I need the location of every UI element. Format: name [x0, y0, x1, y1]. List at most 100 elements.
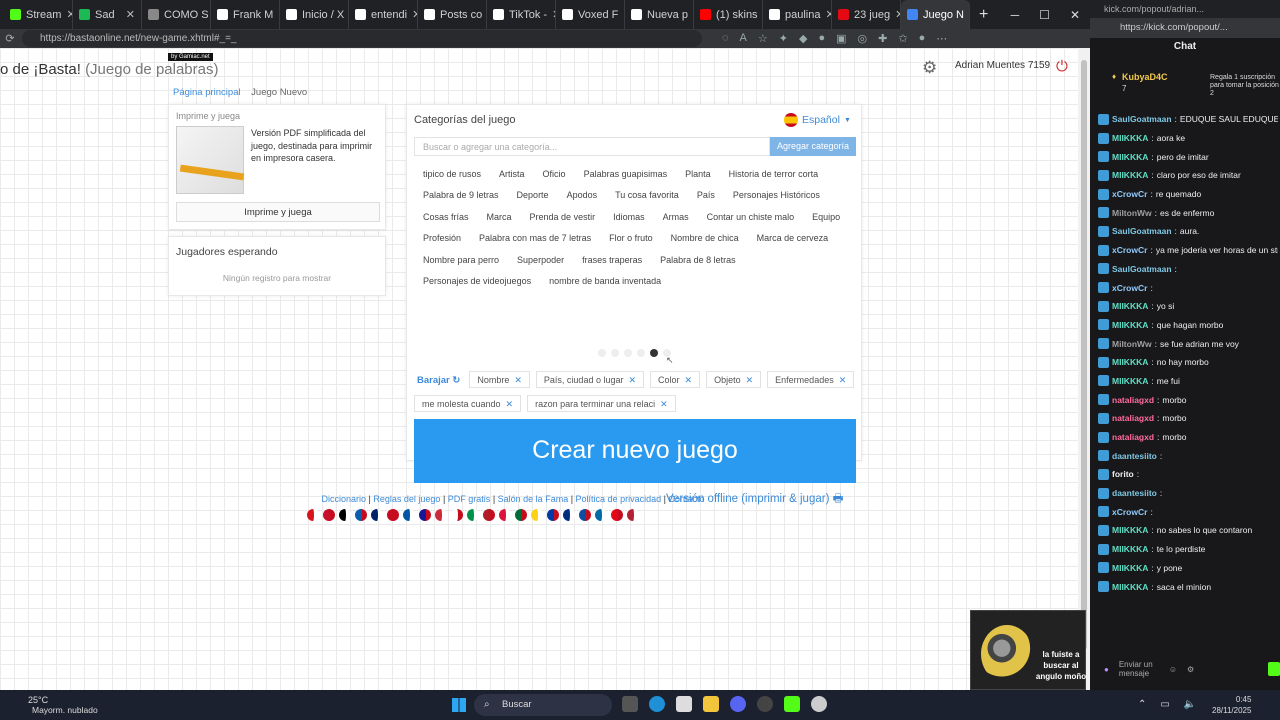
- category-option[interactable]: Equipo: [803, 212, 849, 222]
- close-tab-icon[interactable]: ✕: [126, 8, 135, 21]
- language-flag-icon[interactable]: [307, 509, 319, 521]
- obs-icon[interactable]: [757, 696, 773, 712]
- task-view-icon[interactable]: [622, 696, 638, 712]
- star-icon[interactable]: ☆: [758, 32, 768, 45]
- category-option[interactable]: nombre de banda inventada: [540, 276, 670, 286]
- browser-tab[interactable]: Frank M✕: [211, 0, 280, 29]
- remove-icon[interactable]: ✕: [514, 372, 522, 388]
- category-option[interactable]: País: [688, 190, 724, 200]
- selected-category-chip[interactable]: me molesta cuando ✕: [414, 395, 522, 412]
- language-flag-icon[interactable]: [531, 509, 543, 521]
- remove-icon[interactable]: ✕: [628, 372, 636, 388]
- extension-icon[interactable]: ◆: [799, 32, 807, 45]
- browser-tab[interactable]: Juego N✕: [901, 0, 970, 29]
- language-flag-icon[interactable]: [595, 509, 607, 521]
- close-window-icon[interactable]: ✕: [1070, 8, 1080, 22]
- clock[interactable]: 0:45 28/11/2025: [1212, 694, 1251, 716]
- breadcrumb-home[interactable]: Página principal: [173, 87, 241, 98]
- language-flag-icon[interactable]: [499, 509, 511, 521]
- send-button[interactable]: [1268, 662, 1280, 676]
- chat-url-field[interactable]: https://kick.com/popout/...: [1090, 18, 1280, 38]
- language-flag-icon[interactable]: [483, 509, 495, 521]
- game-app-icon[interactable]: [811, 696, 827, 712]
- url-field[interactable]: https://bastaonline.net/new-game.xhtml#_…: [22, 30, 702, 47]
- category-option[interactable]: Idiomas: [604, 212, 654, 222]
- selected-category-chip[interactable]: Enfermedades ✕: [767, 371, 855, 388]
- chat-username[interactable]: xCrowCr: [1112, 283, 1147, 293]
- extension-icon[interactable]: ✦: [779, 32, 788, 45]
- selected-category-chip[interactable]: Color ✕: [650, 371, 701, 388]
- category-option[interactable]: Nombre para perro: [414, 255, 508, 265]
- chat-username[interactable]: nataliagxd: [1112, 413, 1154, 423]
- browser-tab[interactable]: TikTok -✕: [487, 0, 556, 29]
- taskbar-search[interactable]: ⌕ Buscar: [474, 694, 612, 716]
- language-select[interactable]: Español ▼: [784, 113, 851, 127]
- language-flag-icon[interactable]: [403, 509, 415, 521]
- chat-username[interactable]: MIIKKKA: [1112, 320, 1148, 330]
- category-option[interactable]: Apodos: [558, 190, 607, 200]
- chat-username[interactable]: forito: [1112, 469, 1134, 479]
- category-option[interactable]: Profesión: [414, 233, 470, 243]
- chat-username[interactable]: MiltonWw: [1112, 339, 1152, 349]
- footer-link[interactable]: Contacto: [668, 494, 704, 504]
- chat-username[interactable]: MiltonWw: [1112, 208, 1152, 218]
- chat-username[interactable]: MIIKKKA: [1112, 170, 1148, 180]
- discord-icon[interactable]: [730, 696, 746, 712]
- menu-icon[interactable]: ⋯: [936, 32, 947, 45]
- windows-start-icon[interactable]: [452, 698, 466, 712]
- language-flag-icon[interactable]: [627, 509, 639, 521]
- selected-category-chip[interactable]: razon para terminar una relaci ✕: [527, 395, 676, 412]
- category-option[interactable]: Superpoder: [508, 255, 573, 265]
- print-button[interactable]: Imprime y juega: [176, 202, 380, 222]
- language-flag-icon[interactable]: [563, 509, 575, 521]
- chat-username[interactable]: SaulGoatmaan: [1112, 264, 1172, 274]
- category-option[interactable]: Marca de cerveza: [748, 233, 838, 243]
- category-search-input[interactable]: Buscar o agregar una categoría...: [414, 137, 770, 156]
- print-thumbnail[interactable]: [176, 126, 245, 194]
- chat-username[interactable]: MIIKKKA: [1112, 301, 1148, 311]
- extension-icon[interactable]: ◎: [858, 32, 868, 45]
- chat-username[interactable]: MIIKKKA: [1112, 152, 1148, 162]
- category-option[interactable]: Historia de terror corta: [720, 169, 828, 179]
- language-flag-icon[interactable]: [467, 509, 479, 521]
- footer-link[interactable]: Reglas del juego: [373, 494, 440, 504]
- folder-icon[interactable]: [703, 696, 719, 712]
- category-option[interactable]: Contar un chiste malo: [698, 212, 804, 222]
- browser-tab[interactable]: Stream✕: [4, 0, 73, 29]
- chevron-up-icon[interactable]: ⌃: [1138, 699, 1146, 710]
- footer-link[interactable]: PDF gratis: [448, 494, 491, 504]
- browser-tab[interactable]: 23 jueg✕: [832, 0, 901, 29]
- category-option[interactable]: Prenda de vestir: [521, 212, 605, 222]
- refresh-icon[interactable]: ⟳: [0, 32, 20, 45]
- language-flag-icon[interactable]: [547, 509, 559, 521]
- chat-input[interactable]: Enviar un mensaje: [1119, 660, 1159, 678]
- chat-username[interactable]: MIIKKKA: [1112, 563, 1148, 573]
- settings-icon[interactable]: ⚙: [1187, 665, 1194, 674]
- footer-link[interactable]: Diccionario: [322, 494, 367, 504]
- footer-link[interactable]: Salón de la Fama: [498, 494, 569, 504]
- chat-username[interactable]: MIIKKKA: [1112, 525, 1148, 535]
- profile-avatar[interactable]: ●: [919, 32, 926, 45]
- edge-icon[interactable]: [649, 696, 665, 712]
- chat-username[interactable]: MIIKKKA: [1112, 376, 1148, 386]
- category-option[interactable]: Flor o fruto: [600, 233, 662, 243]
- page-dot[interactable]: [624, 349, 632, 357]
- shuffle-button[interactable]: Barajar ↻: [414, 371, 463, 390]
- chat-username[interactable]: xCrowCr: [1112, 189, 1147, 199]
- user-name[interactable]: Adrian Muentes 7159: [955, 60, 1050, 71]
- chat-username[interactable]: MIIKKKA: [1112, 357, 1148, 367]
- category-option[interactable]: Artista: [490, 169, 534, 179]
- browser-tab[interactable]: paulina✕: [763, 0, 832, 29]
- gear-icon[interactable]: ⚙: [922, 58, 937, 78]
- minimize-icon[interactable]: ─: [1011, 8, 1020, 22]
- chat-username[interactable]: nataliagxd: [1112, 395, 1154, 405]
- category-option[interactable]: Armas: [654, 212, 698, 222]
- category-option[interactable]: frases traperas: [573, 255, 651, 265]
- kick-app-icon[interactable]: [784, 696, 800, 712]
- chat-username[interactable]: SaulGoatmaan: [1112, 226, 1172, 236]
- chat-username[interactable]: xCrowCr: [1112, 245, 1147, 255]
- selected-category-chip[interactable]: País, ciudad o lugar ✕: [535, 371, 645, 388]
- language-flag-icon[interactable]: [387, 509, 399, 521]
- category-option[interactable]: Palabra con mas de 7 letras: [470, 233, 600, 243]
- gifter-name[interactable]: KubyaD4C: [1122, 72, 1168, 82]
